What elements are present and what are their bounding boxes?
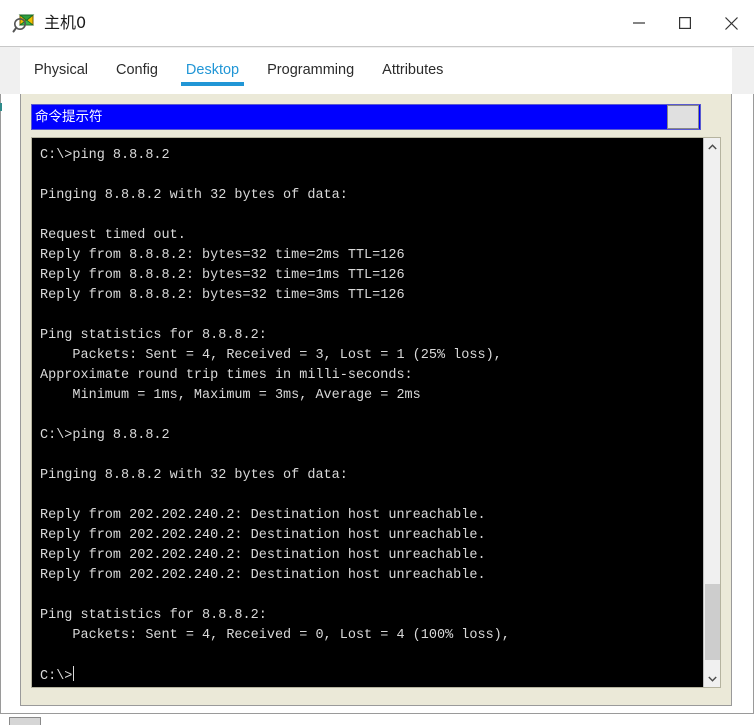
- bottom-stray-button[interactable]: [9, 717, 41, 725]
- terminal-line: Reply from 8.8.8.2: bytes=32 time=1ms TT…: [40, 268, 405, 283]
- tab-attributes[interactable]: Attributes: [368, 59, 457, 81]
- window-title: 主机0: [44, 13, 87, 32]
- terminal-prompt: C:\>: [40, 669, 73, 684]
- tab-strip: Physical Config Desktop Programming Attr…: [0, 46, 754, 95]
- terminal-line: Minimum = 1ms, Maximum = 3ms, Average = …: [40, 388, 421, 403]
- minimize-button[interactable]: [616, 0, 662, 46]
- command-prompt-corner-button[interactable]: [667, 105, 699, 129]
- terminal-line: Reply from 202.202.240.2: Destination ho…: [40, 508, 486, 523]
- tab-physical[interactable]: Physical: [20, 59, 102, 81]
- terminal-line: Packets: Sent = 4, Received = 0, Lost = …: [40, 628, 510, 643]
- terminal-line: Reply from 202.202.240.2: Destination ho…: [40, 548, 486, 563]
- terminal-line: Packets: Sent = 4, Received = 3, Lost = …: [40, 348, 502, 363]
- tab-config-label: Config: [116, 62, 158, 78]
- desktop-content-panel: 命令提示符 C:\>ping 8.8.8.2 Pinging 8.8.8.2 wi…: [20, 94, 732, 706]
- terminal-line: Reply from 8.8.8.2: bytes=32 time=2ms TT…: [40, 248, 405, 263]
- terminal-line: Pinging 8.8.8.2 with 32 bytes of data:: [40, 468, 348, 483]
- tab-desktop[interactable]: Desktop: [172, 59, 253, 86]
- terminal-line: Pinging 8.8.8.2 with 32 bytes of data:: [40, 188, 348, 203]
- terminal-line: Ping statistics for 8.8.8.2:: [40, 608, 267, 623]
- window-controls: [616, 0, 754, 46]
- window-left-border: [0, 46, 1, 714]
- application-window: 主机0 Physical Config Desktop Programming …: [0, 0, 754, 714]
- terminal-prompt-line: C:\>: [40, 666, 703, 686]
- edge-marker: [0, 103, 2, 111]
- command-prompt-window: 命令提示符 C:\>ping 8.8.8.2 Pinging 8.8.8.2 wi…: [31, 104, 723, 694]
- terminal-line: Request timed out.: [40, 228, 186, 243]
- text-cursor: [73, 666, 75, 681]
- scrollbar-thumb[interactable]: [705, 584, 720, 660]
- maximize-button[interactable]: [662, 0, 708, 46]
- command-prompt-title: 命令提示符: [35, 109, 103, 125]
- terminal-line: Reply from 202.202.240.2: Destination ho…: [40, 568, 486, 583]
- terminal-line: Reply from 202.202.240.2: Destination ho…: [40, 528, 486, 543]
- tab-list: Physical Config Desktop Programming Attr…: [20, 48, 457, 95]
- terminal-line: C:\>ping 8.8.8.2: [40, 148, 170, 163]
- terminal-output[interactable]: C:\>ping 8.8.8.2 Pinging 8.8.8.2 with 32 …: [32, 138, 703, 687]
- tab-physical-label: Physical: [34, 62, 88, 78]
- scroll-up-arrow-icon[interactable]: [704, 138, 721, 155]
- terminal-area: C:\>ping 8.8.8.2 Pinging 8.8.8.2 with 32 …: [31, 137, 721, 688]
- terminal-line: Approximate round trip times in milli-se…: [40, 368, 413, 383]
- tab-attributes-label: Attributes: [382, 62, 444, 78]
- tab-programming-label: Programming: [267, 62, 355, 78]
- terminal-lines: C:\>ping 8.8.8.2 Pinging 8.8.8.2 with 32 …: [40, 146, 703, 666]
- inspect-magnifier-icon: [12, 12, 36, 36]
- app-root: 主机0 Physical Config Desktop Programming …: [0, 0, 754, 725]
- terminal-line: C:\>ping 8.8.8.2: [40, 428, 170, 443]
- scroll-down-arrow-icon[interactable]: [704, 670, 721, 687]
- window-titlebar: 主机0: [0, 0, 754, 46]
- close-button[interactable]: [708, 0, 754, 46]
- terminal-line: Ping statistics for 8.8.8.2:: [40, 328, 267, 343]
- tab-config[interactable]: Config: [102, 59, 172, 81]
- terminal-line: Reply from 8.8.8.2: bytes=32 time=3ms TT…: [40, 288, 405, 303]
- terminal-scrollbar[interactable]: [703, 138, 720, 687]
- command-prompt-titlebar[interactable]: 命令提示符: [31, 104, 701, 130]
- tab-programming[interactable]: Programming: [253, 59, 368, 81]
- tab-desktop-label: Desktop: [185, 62, 240, 78]
